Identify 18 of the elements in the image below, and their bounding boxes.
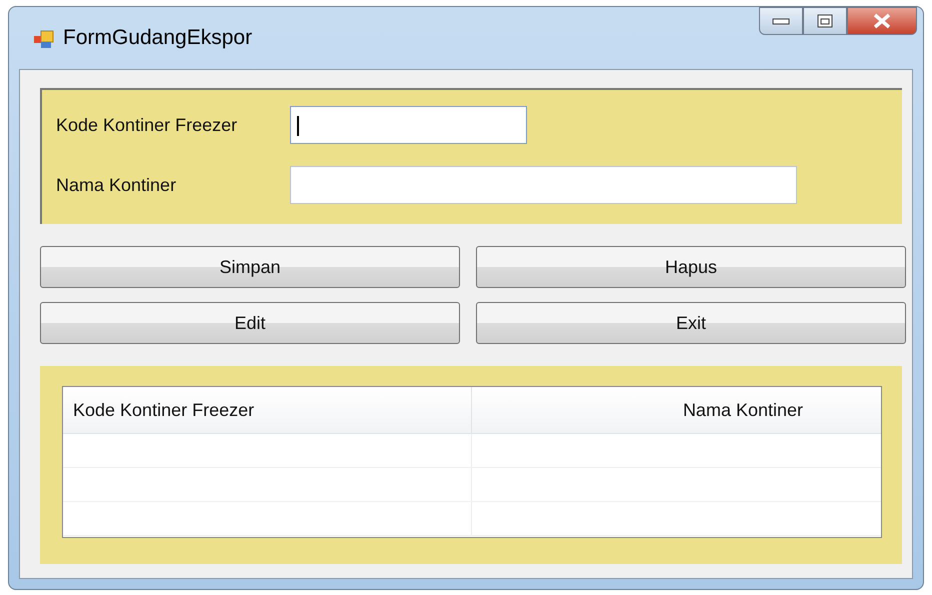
field-label: Kode Kontiner Freezer bbox=[56, 114, 238, 136]
action-button[interactable]: Simpan bbox=[40, 246, 460, 288]
close-icon bbox=[872, 13, 892, 29]
action-button[interactable]: Hapus bbox=[476, 246, 906, 288]
action-button[interactable]: Edit bbox=[40, 302, 460, 344]
maximize-icon bbox=[816, 13, 834, 29]
input-field[interactable] bbox=[290, 106, 527, 144]
window-title: FormGudangEkspor bbox=[63, 25, 252, 52]
field-label: Nama Kontiner bbox=[56, 174, 178, 196]
action-button[interactable]: Exit bbox=[476, 302, 906, 344]
maximize-button[interactable] bbox=[803, 7, 847, 35]
app-icon bbox=[33, 28, 55, 49]
minimize-button[interactable] bbox=[759, 7, 803, 35]
close-button[interactable] bbox=[847, 7, 917, 35]
input-field[interactable] bbox=[290, 166, 797, 204]
column-header[interactable]: Nama Kontiner bbox=[471, 387, 881, 433]
column-header[interactable]: Kode Kontiner Freezer bbox=[63, 387, 471, 433]
minimize-icon bbox=[771, 16, 791, 26]
